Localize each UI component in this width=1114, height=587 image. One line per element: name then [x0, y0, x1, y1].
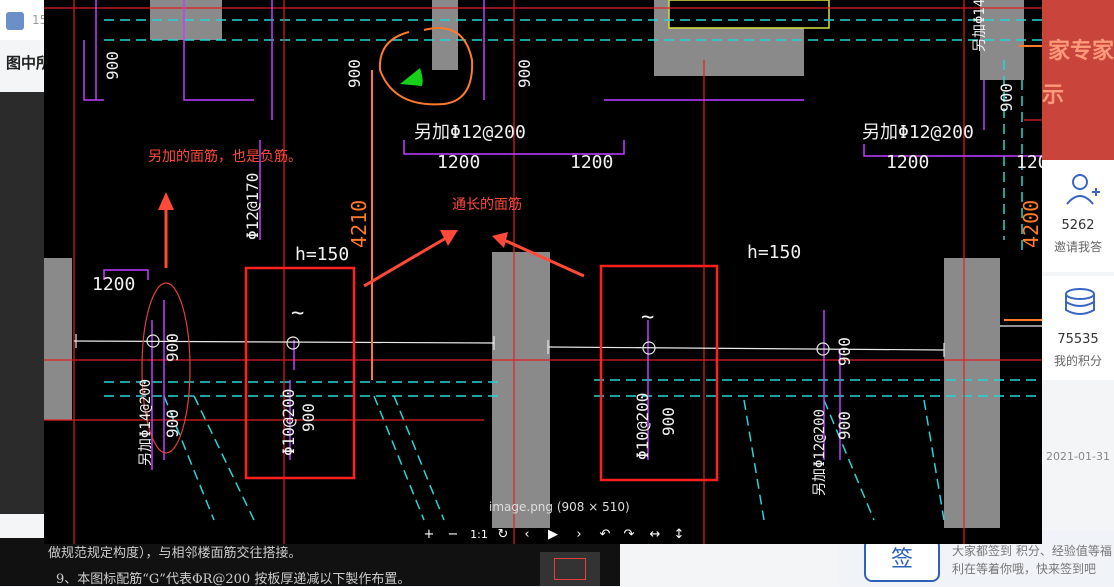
column-mid: [492, 252, 550, 528]
rotate-left-button[interactable]: ↶: [596, 525, 614, 544]
yellow-outline: [668, 0, 830, 29]
label-len-left: 1200: [92, 274, 135, 295]
highlight-box-right: [599, 264, 719, 482]
label-4200: 4200: [1019, 200, 1042, 248]
label-phi14-top: 另加Φ14@200: [972, 0, 988, 52]
background-document-text: 做规范规定构度），与相邻楼面筋交往搭接。 9、本图标配筋“G”代表ΦR@200 …: [0, 538, 620, 587]
label-v900-1: 900: [103, 51, 122, 80]
annotation-extra-bars: 另加的面筋，也是负筋。: [148, 149, 302, 165]
previous-button[interactable]: ‹: [518, 525, 536, 544]
invite-card[interactable]: 5262 邀请我答: [1042, 160, 1114, 272]
white-dimension-line: [73, 325, 1042, 357]
flip-vertical-button[interactable]: ↕: [670, 525, 688, 544]
label-phi12-v: 另加Φ12@200: [812, 409, 828, 496]
label-v900-10: 900: [835, 411, 854, 440]
label-v900-8: 900: [659, 407, 678, 436]
annotation-continuous-bars: 通长的面筋: [452, 197, 522, 213]
rotate-right-button[interactable]: ↷: [620, 525, 638, 544]
points-label: 我的积分: [1053, 354, 1102, 368]
label-v900-4: 900: [997, 83, 1016, 112]
label-len-1: 1200: [437, 152, 480, 173]
image-lightbox[interactable]: 另加Φ12@200 另加Φ12@200 1200 1200 1200 120 1…: [44, 0, 1042, 544]
magenta-rebar-lines: [83, 0, 1042, 470]
doc-line-1: 做规范规定构度），与相邻楼面筋交往搭接。: [48, 546, 302, 561]
sign-in-icon[interactable]: 签: [864, 538, 940, 582]
coins-icon: [1065, 288, 1095, 315]
label-rebar-2: 另加Φ12@200: [862, 122, 974, 143]
cad-drawing: 另加Φ12@200 另加Φ12@200 1200 1200 1200 120 1…: [44, 0, 1042, 544]
zoom-out-button[interactable]: −: [444, 525, 462, 544]
label-h2: h=150: [747, 242, 801, 263]
flip-horizontal-button[interactable]: ↔: [646, 525, 664, 544]
green-mark: [400, 68, 423, 86]
thumbnail-image[interactable]: [540, 552, 600, 586]
user-avatar[interactable]: [6, 12, 24, 30]
label-v900-3: 900: [515, 59, 534, 88]
actual-size-button[interactable]: 1:1: [468, 525, 490, 544]
label-v900-7: 900: [299, 403, 318, 432]
label-len-4: 120: [1016, 152, 1042, 173]
label-phi14: 另加Φ14@200: [138, 379, 154, 466]
invite-user-icon: [1066, 174, 1100, 205]
reset-button[interactable]: ↻: [494, 525, 512, 544]
column-right: [944, 258, 1000, 528]
points-count: 75535: [1057, 332, 1099, 347]
label-h1: h=150: [295, 244, 349, 265]
background-image-edge: [0, 92, 44, 514]
points-card[interactable]: 75535 我的积分: [1042, 276, 1114, 380]
invite-label: 邀请我答: [1053, 240, 1102, 254]
column-left: [44, 258, 72, 420]
date-label: 2021-01-31: [1046, 450, 1110, 463]
highlight-box-left: [244, 266, 356, 480]
label-v900-6: 900: [163, 409, 182, 438]
doc-line-2: 9、本图标配筋“G”代表ΦR@200 按板厚递减以下製作布置。: [56, 572, 411, 587]
label-len-3: 1200: [886, 152, 929, 173]
column-top-b: [432, 0, 458, 70]
label-v900-5: 900: [163, 333, 182, 362]
label-len-2: 1200: [570, 152, 613, 173]
banner-text-2: 示: [1042, 83, 1065, 108]
label-phi10-a: Φ10@200: [279, 389, 298, 456]
label-tilde-1: ~: [291, 301, 304, 326]
next-button[interactable]: ›: [570, 525, 588, 544]
label-rebar-1: 另加Φ12@200: [414, 122, 526, 143]
drawing-labels: 另加Φ12@200 另加Φ12@200 1200 1200 1200 120 1…: [92, 0, 1042, 496]
right-sidebar: 家专家 示 5262 邀请我答 75535 我的积分 2021-01-31: [1042, 0, 1114, 586]
image-caption: image.png (908 × 510): [489, 500, 630, 514]
zoom-in-button[interactable]: +: [420, 525, 438, 544]
invite-count: 5262: [1061, 218, 1095, 233]
label-v900-2: 900: [345, 59, 364, 88]
label-tilde-2: ~: [641, 305, 654, 330]
sign-in-text-2: 利在等着你哦，快来签到吧: [952, 562, 1097, 576]
label-phi12-170: Φ12@170: [243, 173, 262, 240]
label-v900-9: 900: [835, 337, 854, 366]
banner-text-1: 家专家: [1047, 39, 1114, 64]
expert-banner[interactable]: 家专家 示: [1042, 0, 1114, 160]
label-phi10-b: Φ10@200: [633, 393, 652, 460]
sign-in-text-1: 大家都签到 积分、经验值等福: [952, 544, 1112, 558]
label-4210: 4210: [347, 200, 371, 248]
play-button[interactable]: ▶: [544, 525, 562, 544]
